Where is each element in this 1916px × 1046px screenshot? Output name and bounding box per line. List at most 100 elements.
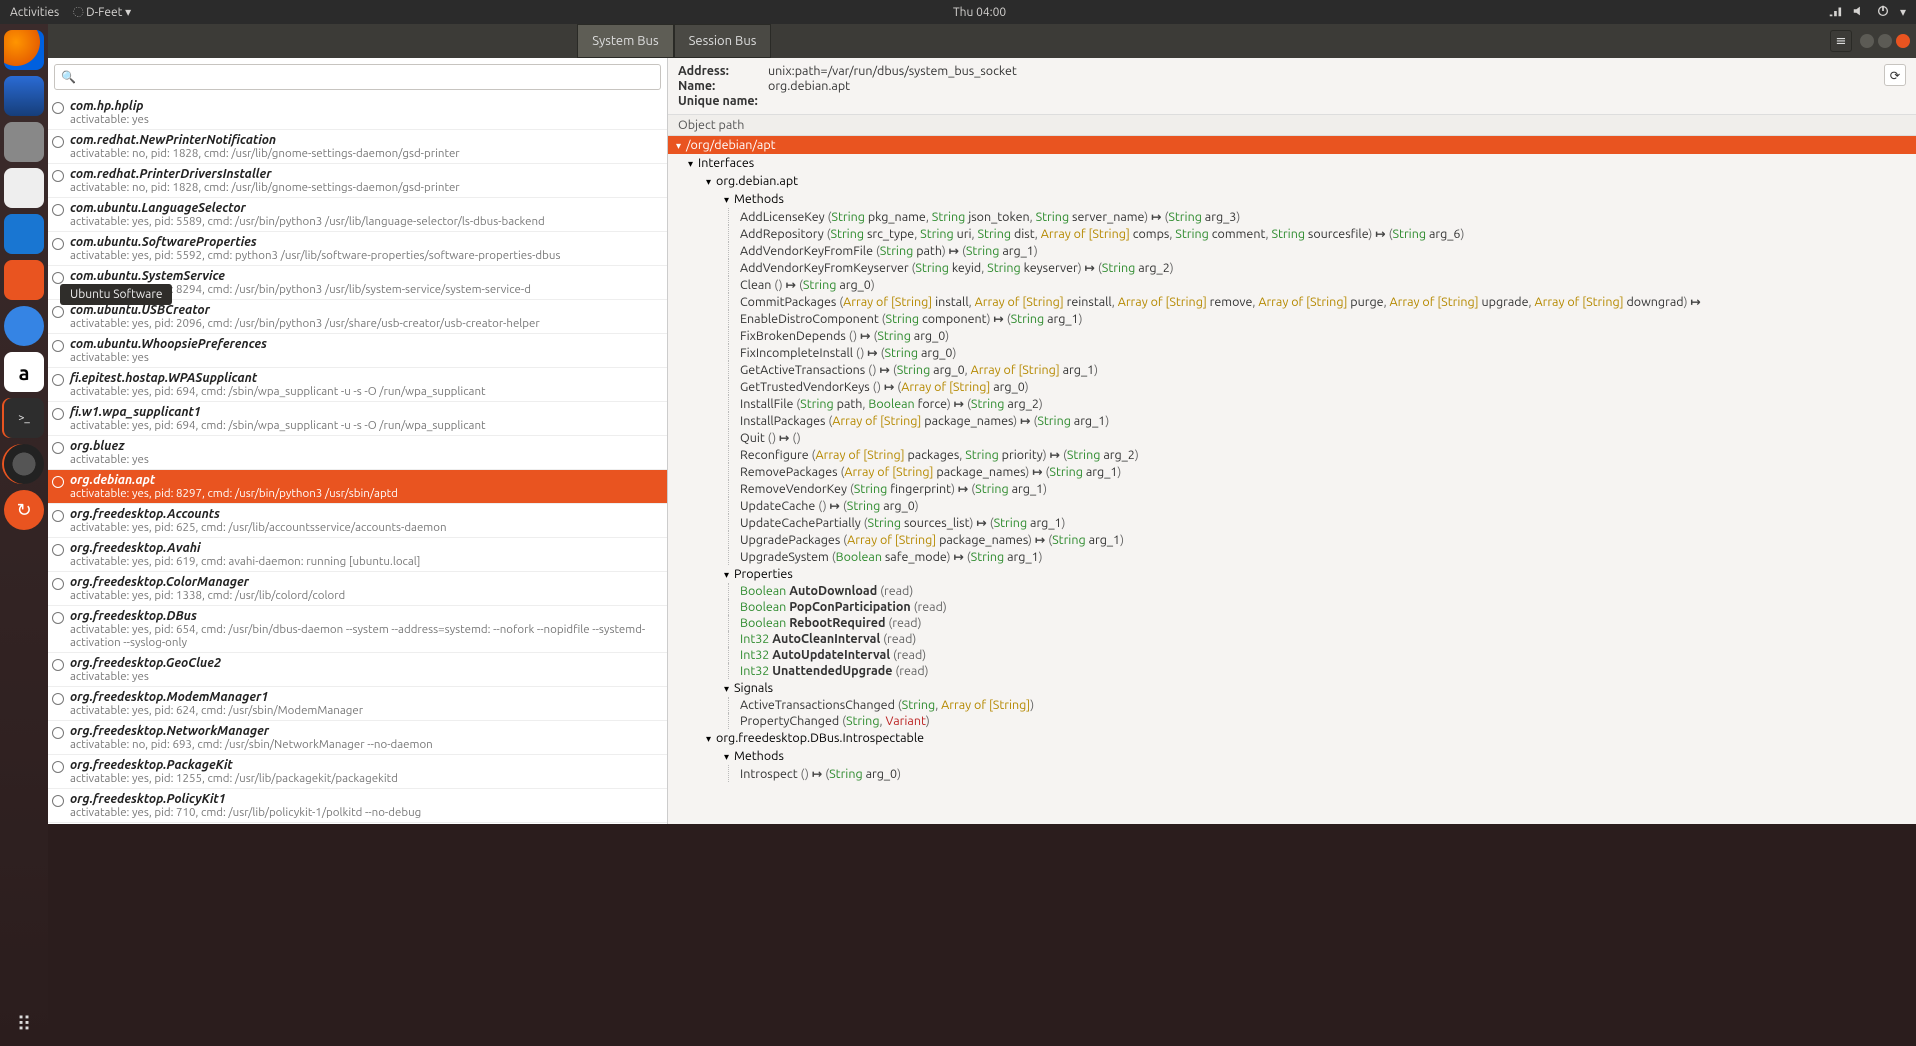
chevron-down-icon <box>688 156 698 170</box>
activities-button[interactable]: Activities <box>10 6 59 19</box>
property-row[interactable]: Boolean RebootRequired (read) <box>668 615 1916 631</box>
interface-node[interactable]: org.debian.apt <box>668 172 1916 190</box>
method-row[interactable]: EnableDistroComponent (String component)… <box>668 310 1916 327</box>
property-row[interactable]: Int32 AutoCleanInterval (read) <box>668 631 1916 647</box>
dock-amazon[interactable]: a <box>4 352 44 392</box>
service-badge-icon <box>52 408 64 420</box>
show-applications-icon[interactable]: ⠿ <box>17 1012 32 1036</box>
method-row[interactable]: UpdateCachePartially (String sources_lis… <box>668 514 1916 531</box>
clock[interactable]: Thu 04:00 <box>131 6 1828 19</box>
service-row[interactable]: com.ubuntu.SoftwarePropertiesactivatable… <box>48 232 667 266</box>
method-row[interactable]: FixIncompleteInstall () ↦ (String arg_0) <box>668 344 1916 361</box>
service-subtitle: activatable: yes, pid: 710, cmd: /usr/li… <box>70 806 659 819</box>
service-row[interactable]: com.ubuntu.LanguageSelectoractivatable: … <box>48 198 667 232</box>
service-row[interactable]: com.redhat.NewPrinterNotificationactivat… <box>48 130 667 164</box>
method-row[interactable]: AddVendorKeyFromFile (String path) ↦ (St… <box>668 242 1916 259</box>
methods-node[interactable]: Methods <box>668 190 1916 208</box>
signal-row[interactable]: PropertyChanged (String, Variant) <box>668 713 1916 729</box>
method-row[interactable]: Clean () ↦ (String arg_0) <box>668 276 1916 293</box>
dock-software[interactable] <box>4 260 44 300</box>
method-row[interactable]: InstallFile (String path, Boolean force)… <box>668 395 1916 412</box>
window-close[interactable] <box>1896 34 1910 48</box>
tab-session-bus[interactable]: Session Bus <box>674 24 772 58</box>
object-path-node[interactable]: /org/debian/apt <box>668 136 1916 154</box>
service-row[interactable]: org.freedesktop.NetworkManageractivatabl… <box>48 721 667 755</box>
method-row[interactable]: InstallPackages (Array of [String] packa… <box>668 412 1916 429</box>
service-badge-icon <box>52 136 64 148</box>
window-maximize[interactable] <box>1878 34 1892 48</box>
window-minimize[interactable] <box>1860 34 1874 48</box>
service-name: org.freedesktop.PolicyKit1 <box>70 792 659 806</box>
method-row[interactable]: Introspect () ↦ (String arg_0) <box>668 765 1916 782</box>
dock-dfeet[interactable] <box>4 444 44 484</box>
property-row[interactable]: Boolean PopConParticipation (read) <box>668 599 1916 615</box>
signals-node[interactable]: Signals <box>668 679 1916 697</box>
dock-terminal[interactable]: >_ <box>4 398 44 438</box>
method-row[interactable]: UpdateCache () ↦ (String arg_0) <box>668 497 1916 514</box>
service-row[interactable]: org.freedesktop.PackageKitactivatable: y… <box>48 755 667 789</box>
property-row[interactable]: Boolean AutoDownload (read) <box>668 583 1916 599</box>
service-row[interactable]: com.ubuntu.WhoopsiePreferencesactivatabl… <box>48 334 667 368</box>
method-row[interactable]: Reconfigure (Array of [String] packages,… <box>668 446 1916 463</box>
method-row[interactable]: AddRepository (String src_type, String u… <box>668 225 1916 242</box>
search-input[interactable]: 🔍 <box>54 64 661 90</box>
service-row[interactable]: com.ubuntu.USBCreatoractivatable: yes, p… <box>48 300 667 334</box>
interface-tree[interactable]: /org/debian/aptInterfacesorg.debian.aptM… <box>668 136 1916 824</box>
service-row[interactable]: org.freedesktop.Accountsactivatable: yes… <box>48 504 667 538</box>
tab-system-bus[interactable]: System Bus <box>577 24 673 58</box>
chevron-down-icon[interactable]: ▾ <box>1900 5 1906 19</box>
service-row[interactable]: org.debian.aptactivatable: yes, pid: 829… <box>48 470 667 504</box>
method-row[interactable]: UpgradePackages (Array of [String] packa… <box>668 531 1916 548</box>
service-row[interactable]: org.freedesktop.ColorManageractivatable:… <box>48 572 667 606</box>
dock-firefox[interactable] <box>4 30 44 70</box>
property-row[interactable]: Int32 AutoUpdateInterval (read) <box>668 647 1916 663</box>
service-row[interactable]: org.freedesktop.DBusactivatable: yes, pi… <box>48 606 667 653</box>
dock-rhythmbox[interactable] <box>4 168 44 208</box>
service-row[interactable]: org.freedesktop.GeoClue2activatable: yes <box>48 653 667 687</box>
refresh-button[interactable]: ⟳ <box>1884 64 1906 86</box>
object-path-header: Object path <box>668 114 1916 136</box>
interfaces-node[interactable]: Interfaces <box>668 154 1916 172</box>
properties-node[interactable]: Properties <box>668 565 1916 583</box>
service-name: org.freedesktop.PackageKit <box>70 758 659 772</box>
service-row[interactable]: org.freedesktop.PolicyKit1activatable: y… <box>48 789 667 823</box>
method-row[interactable]: RemoveVendorKey (String fingerprint) ↦ (… <box>668 480 1916 497</box>
service-name: com.ubuntu.LanguageSelector <box>70 201 659 215</box>
method-row[interactable]: GetTrustedVendorKeys () ↦ (Array of [Str… <box>668 378 1916 395</box>
network-icon[interactable] <box>1828 4 1842 21</box>
service-row[interactable]: fi.w1.wpa_supplicant1activatable: yes, p… <box>48 402 667 436</box>
dock-files[interactable] <box>4 122 44 162</box>
hamburger-menu-icon[interactable]: ≡ <box>1830 30 1852 52</box>
dock-writer[interactable] <box>4 214 44 254</box>
method-row[interactable]: AddLicenseKey (String pkg_name, String j… <box>668 208 1916 225</box>
service-name: org.freedesktop.ModemManager1 <box>70 690 659 704</box>
property-row[interactable]: Int32 UnattendedUpgrade (read) <box>668 663 1916 679</box>
service-badge-icon <box>52 102 64 114</box>
interface-node[interactable]: org.freedesktop.DBus.Introspectable <box>668 729 1916 747</box>
power-icon[interactable] <box>1876 4 1890 21</box>
method-row[interactable]: AddVendorKeyFromKeyserver (String keyid,… <box>668 259 1916 276</box>
dock-updater[interactable]: ↻ <box>4 490 44 530</box>
service-row[interactable]: fi.epitest.hostap.WPASupplicantactivatab… <box>48 368 667 402</box>
method-row[interactable]: RemovePackages (Array of [String] packag… <box>668 463 1916 480</box>
volume-icon[interactable] <box>1852 4 1866 21</box>
service-row[interactable]: org.freedesktop.RealtimeKit1activatable:… <box>48 823 667 824</box>
method-row[interactable]: GetActiveTransactions () ↦ (String arg_0… <box>668 361 1916 378</box>
dock-thunderbird[interactable] <box>4 76 44 116</box>
method-row[interactable]: Quit () ↦ () <box>668 429 1916 446</box>
signal-row[interactable]: ActiveTransactionsChanged (String, Array… <box>668 697 1916 713</box>
value-name: org.debian.apt <box>768 79 1882 93</box>
appmenu-button[interactable]: ◌ D-Feet ▾ <box>73 5 131 19</box>
method-row[interactable]: CommitPackages (Array of [String] instal… <box>668 293 1916 310</box>
method-row[interactable]: FixBrokenDepends () ↦ (String arg_0) <box>668 327 1916 344</box>
methods-node[interactable]: Methods <box>668 747 1916 765</box>
dock-help[interactable] <box>4 306 44 346</box>
service-row[interactable]: com.hp.hplipactivatable: yes <box>48 96 667 130</box>
service-badge-icon <box>52 693 64 705</box>
service-row[interactable]: com.redhat.PrinterDriversInstalleractiva… <box>48 164 667 198</box>
method-row[interactable]: UpgradeSystem (Boolean safe_mode) ↦ (Str… <box>668 548 1916 565</box>
service-row[interactable]: org.bluezactivatable: yes <box>48 436 667 470</box>
service-row[interactable]: org.freedesktop.ModemManager1activatable… <box>48 687 667 721</box>
services-list[interactable]: com.hp.hplipactivatable: yescom.redhat.N… <box>48 96 667 824</box>
service-row[interactable]: org.freedesktop.Avahiactivatable: yes, p… <box>48 538 667 572</box>
